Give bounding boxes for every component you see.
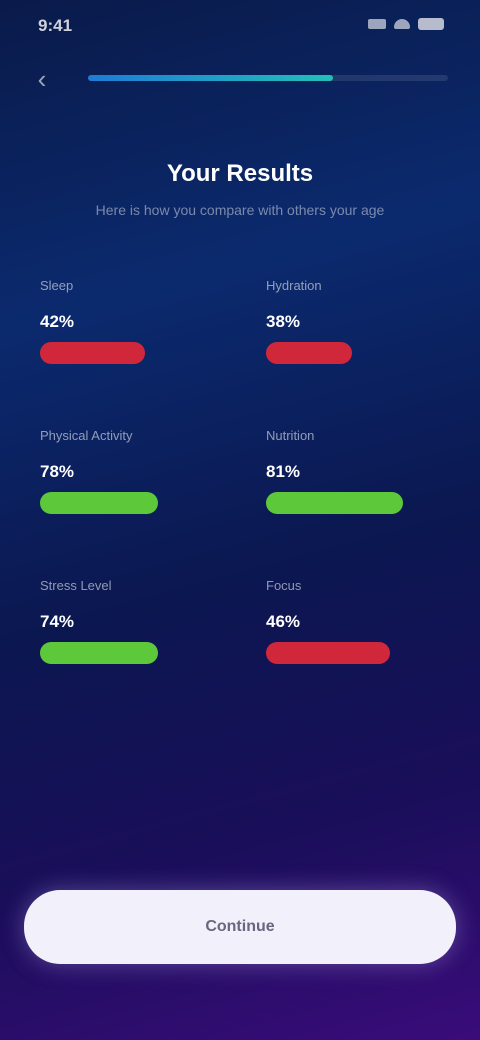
stat-card: Stress Level 74%: [40, 578, 266, 692]
stat-bar-row: [40, 492, 266, 514]
stat-card: Focus 46%: [266, 578, 440, 692]
stat-label: Sleep: [40, 278, 74, 293]
stat-bar-row: [40, 342, 266, 364]
continue-button[interactable]: Continue: [24, 890, 456, 964]
stat-bar: [40, 642, 158, 664]
wifi-icon: [394, 19, 410, 29]
signal-icon: [368, 19, 386, 29]
continue-button-label: Continue: [205, 918, 275, 935]
stat-label: Focus: [266, 578, 302, 593]
stat-value: 38%: [266, 312, 301, 331]
progress-fill: [88, 75, 333, 81]
status-icons: [368, 18, 444, 30]
stat-bar-row: [266, 342, 440, 364]
stat-card: Hydration 38%: [266, 278, 440, 392]
page-title: Your Results: [166, 160, 314, 187]
stat-card: Sleep 42%: [40, 278, 266, 392]
progress-track: [88, 75, 448, 81]
top-row: ‹: [30, 64, 450, 94]
stat-bar: [266, 642, 390, 664]
stat-value: 46%: [266, 612, 301, 631]
stat-card: Nutrition 81%: [266, 428, 440, 542]
stats-grid: Sleep 42% Hydration 38% Physical Activit…: [40, 278, 440, 692]
stat-bar: [40, 342, 145, 364]
stat-value: 74%: [40, 612, 75, 631]
stat-value: 78%: [40, 462, 75, 481]
stat-label: Hydration: [266, 278, 322, 293]
stat-card: Physical Activity 78%: [40, 428, 266, 542]
page-subtitle: Here is how you compare with others your…: [95, 202, 385, 218]
status-time: 9:41: [38, 16, 73, 35]
stat-bar-row: [266, 492, 440, 514]
stat-label: Nutrition: [266, 428, 315, 443]
stat-bar-row: [266, 642, 440, 664]
stat-label: Stress Level: [40, 578, 112, 593]
stat-bar-row: [40, 642, 266, 664]
back-button[interactable]: ‹: [30, 64, 54, 94]
battery-icon: [418, 18, 444, 30]
chevron-left-icon: ‹: [37, 64, 47, 94]
stat-bar: [266, 342, 352, 364]
status-bar: 9:41: [0, 0, 480, 56]
stat-label: Physical Activity: [40, 428, 133, 443]
stat-value: 42%: [40, 312, 75, 331]
stat-bar: [40, 492, 158, 514]
stat-value: 81%: [266, 462, 301, 481]
stat-bar: [266, 492, 403, 514]
